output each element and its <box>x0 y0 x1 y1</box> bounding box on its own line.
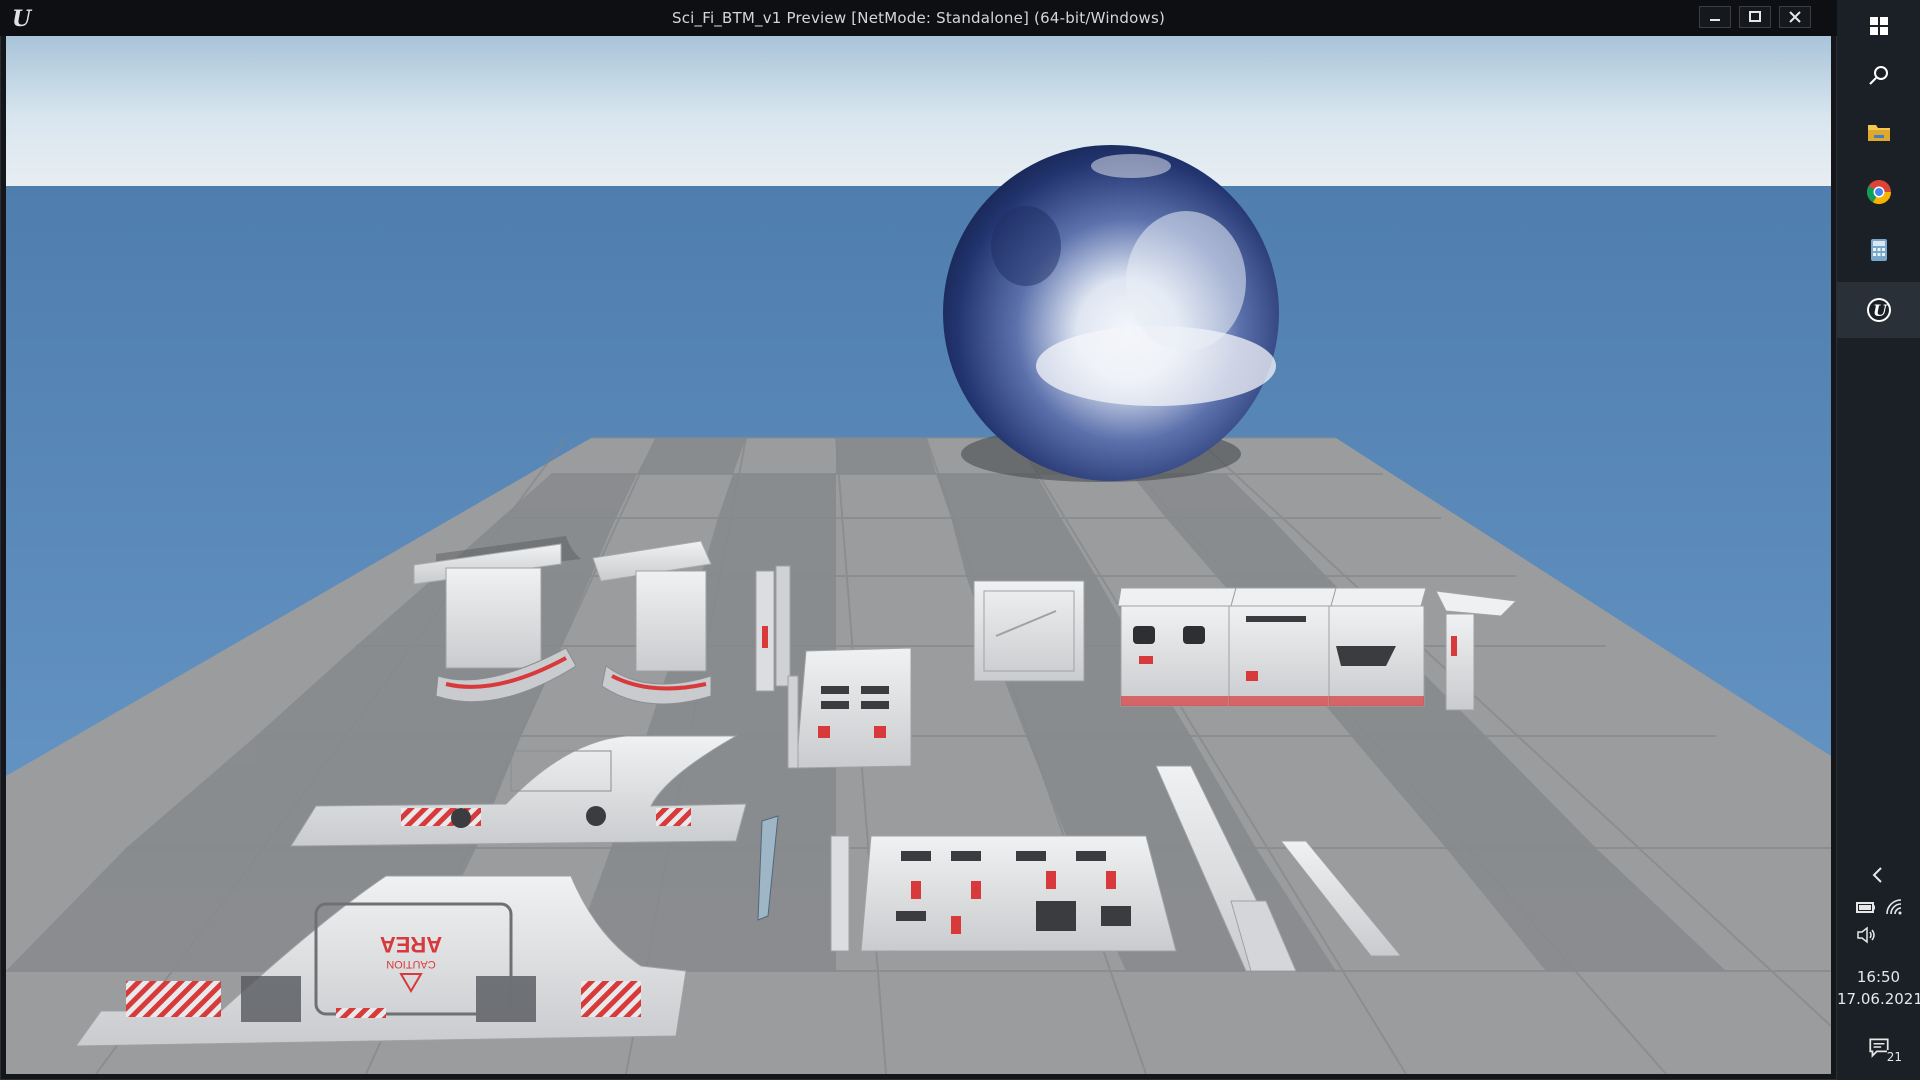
windows-start-icon <box>1869 17 1888 35</box>
unreal-engine-icon: U <box>1866 298 1891 322</box>
sky <box>6 36 1831 186</box>
minimize-button[interactable] <box>1699 6 1731 28</box>
show-hidden-icons-button[interactable] <box>1867 864 1889 886</box>
calculator-icon <box>1870 239 1887 261</box>
taskbar-unreal[interactable]: U <box>1837 282 1920 338</box>
chrome-icon <box>1866 180 1891 205</box>
wifi-icon <box>1886 899 1902 915</box>
taskbar-calculator[interactable] <box>1837 224 1920 276</box>
notification-count: 21 <box>1886 1050 1902 1064</box>
action-center-button[interactable]: 21 <box>1837 1030 1920 1064</box>
caution-subtext: CAUTION <box>386 958 436 970</box>
game-window: U Sci_Fi_BTM_v1 Preview [NetMode: Standa… <box>0 0 1837 1080</box>
svg-text:U: U <box>1873 301 1888 320</box>
taskbar-file-explorer[interactable] <box>1837 106 1920 158</box>
network-button[interactable] <box>1883 896 1905 918</box>
search-icon <box>1868 66 1888 85</box>
window-title: Sci_Fi_BTM_v1 Preview [NetMode: Standalo… <box>671 9 1166 27</box>
chevron-left-icon <box>1872 867 1882 883</box>
battery-button[interactable] <box>1855 896 1877 918</box>
system-clock[interactable]: 16:50 17.06.2021 <box>1837 966 1920 1010</box>
clock-date: 17.06.2021 <box>1837 990 1920 1008</box>
volume-icon <box>1857 926 1875 944</box>
windows-taskbar: U 16:50 17.06.2021 21 <box>1837 0 1920 1080</box>
volume-button[interactable] <box>1855 924 1877 946</box>
battery-icon <box>1856 902 1875 913</box>
close-icon <box>1789 11 1801 23</box>
maximize-button[interactable] <box>1739 6 1771 28</box>
title-bar[interactable]: U Sci_Fi_BTM_v1 Preview [NetMode: Standa… <box>0 0 1837 36</box>
file-explorer-icon <box>1867 125 1890 141</box>
search-button[interactable] <box>1837 50 1920 102</box>
planet-sphere <box>943 145 1279 481</box>
maximize-icon <box>1749 11 1761 22</box>
start-button[interactable] <box>1837 0 1920 52</box>
game-viewport[interactable]: AREA CAUTION <box>6 36 1831 1074</box>
scene-render: AREA CAUTION <box>6 36 1831 1074</box>
close-button[interactable] <box>1779 6 1811 28</box>
taskbar-chrome[interactable] <box>1837 166 1920 218</box>
caution-text: AREA <box>380 932 442 957</box>
clock-time: 16:50 <box>1856 968 1901 986</box>
minimize-icon <box>1710 19 1720 21</box>
